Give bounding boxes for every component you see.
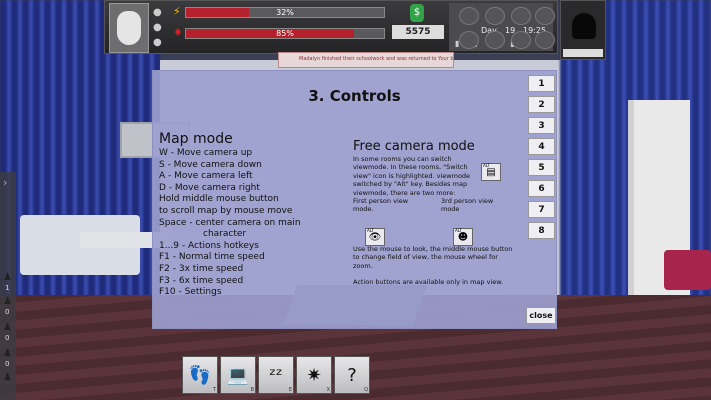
hud-button-4[interactable]: [535, 7, 555, 25]
map-mode-section: Map mode W - Move camera up S - Move cam…: [159, 131, 354, 299]
pink-chair: [664, 250, 711, 290]
control-line: D - Move camera right: [159, 182, 260, 193]
hotkey-label: X: [326, 387, 330, 393]
alt-key-label: ALT: [483, 163, 490, 168]
npc-name-tag: [563, 49, 603, 57]
sidebar-count-4: 0: [5, 360, 10, 368]
control-line: to scroll map by mouse move: [159, 205, 293, 216]
control-line: character: [203, 229, 247, 240]
tab-page-2[interactable]: 2: [528, 96, 555, 113]
hotkey-label: T: [212, 387, 216, 393]
alt-key-label: ALT: [455, 228, 462, 233]
hotkey-label: B: [250, 387, 254, 393]
mood-icon: ●: [153, 7, 162, 18]
person-icon: ♟: [3, 322, 12, 333]
left-sidebar: › ♟ 1 ♟ 0 ♟ 0 ♟ 0 ♟: [0, 172, 16, 400]
tab-page-1[interactable]: 1: [528, 75, 555, 92]
health-bar: 85%: [185, 28, 385, 39]
expand-arrow-icon[interactable]: ›: [3, 176, 7, 189]
switch-view-icon: ALT ▤: [481, 163, 501, 181]
hygiene-icon: ●: [153, 37, 162, 48]
sleep-action-button[interactable]: ᶻᶻ E: [258, 356, 294, 394]
hud-button-7[interactable]: [511, 31, 531, 49]
free-camera-heading: Free camera mode: [353, 139, 475, 154]
tab-page-7[interactable]: 7: [528, 201, 555, 218]
burst-icon: ✷: [306, 364, 322, 386]
free-camera-mouse-help: Use the mouse to look, the middle mouse …: [353, 245, 513, 270]
event-notice[interactable]: Madalyn finished their schoolwork and wa…: [278, 52, 454, 68]
control-line: A - Move camera left: [159, 171, 253, 182]
tab-page-6[interactable]: 6: [528, 180, 555, 197]
hotkey-label: E: [288, 387, 292, 393]
walk-action-button[interactable]: 👣 T: [182, 356, 218, 394]
special-action-button[interactable]: ✷ X: [296, 356, 332, 394]
health-bar-label: 85%: [276, 29, 294, 38]
control-line: F10 - Settings: [159, 287, 222, 298]
hud-button-3[interactable]: [511, 7, 531, 25]
alt-key-label: ALT: [367, 228, 374, 233]
control-line: 1...9 - Actions hotkeys: [159, 240, 259, 251]
tab-page-8[interactable]: 8: [528, 222, 555, 239]
first-person-label: First person view mode.: [353, 197, 409, 214]
free-camera-section: Free camera mode In some rooms you can s…: [353, 139, 513, 287]
money-bag-icon: $: [410, 4, 424, 22]
map-mode-heading: Map mode: [159, 131, 233, 147]
third-person-label: 3rd person view mode: [441, 197, 494, 214]
npc-avatar[interactable]: [560, 0, 606, 60]
free-camera-note: Action buttons are available only in map…: [353, 278, 504, 287]
free-camera-intro: In some rooms you can switch viewmode. I…: [353, 155, 471, 197]
health-icon: ♦: [173, 26, 183, 39]
third-person-camera-icon: ALT ☻: [453, 228, 473, 246]
stat-icons: ● ● ●: [153, 5, 167, 50]
money-counter: 5575: [392, 25, 444, 39]
laptop-action-button[interactable]: 💻 B: [220, 356, 256, 394]
hud-button-5[interactable]: [459, 31, 479, 49]
top-hud: ● ● ● ⚡ 32% ♦ 85% $ 5575 Day 19 19:25 ▮▮…: [104, 0, 558, 54]
sidebar-count-1: 1: [5, 284, 10, 292]
hud-button-1[interactable]: [459, 7, 479, 25]
dialog-title: 3. Controls: [308, 87, 401, 105]
view-modes: First person view mode. 3rd person view …: [353, 197, 513, 219]
control-line: F1 - Normal time speed: [159, 252, 265, 263]
silhouette-icon: [572, 13, 596, 39]
tab-page-5[interactable]: 5: [528, 159, 555, 176]
hotkey-label: Q: [364, 387, 368, 393]
control-line: W - Move camera up: [159, 148, 253, 158]
hud-button-6[interactable]: [485, 31, 505, 49]
energy-icon: ⚡: [173, 5, 181, 18]
sidebar-count-3: 0: [5, 334, 10, 342]
laptop-icon: 💻: [226, 364, 250, 386]
control-line: F2 - 3x time speed: [159, 263, 244, 274]
control-line: S - Move camera down: [159, 159, 262, 170]
controls-dialog: 3. Controls Map mode W - Move camera up …: [152, 70, 557, 329]
control-line: F3 - 6x time speed: [159, 275, 244, 286]
first-person-eye-icon: ALT 👁: [365, 228, 385, 246]
person-icon: ♟: [3, 348, 12, 359]
character-face-icon: [117, 11, 141, 45]
tab-page-3[interactable]: 3: [528, 117, 555, 134]
control-line: Hold middle mouse button: [159, 194, 279, 205]
energy-bar: 32%: [185, 7, 385, 18]
action-bar: 👣 T 💻 B ᶻᶻ E ✷ X ? Q: [182, 356, 370, 394]
close-button[interactable]: close: [526, 307, 556, 324]
footsteps-icon: 👣: [188, 364, 212, 386]
hunger-icon: ●: [153, 22, 162, 33]
question-icon: ?: [347, 364, 357, 386]
character-portrait[interactable]: [109, 3, 149, 53]
sidebar-count-2: 0: [5, 308, 10, 316]
energy-bar-label: 32%: [276, 8, 294, 17]
person-icon: ♟: [3, 272, 12, 283]
help-action-button[interactable]: ? Q: [334, 356, 370, 394]
hud-button-8[interactable]: [535, 31, 555, 49]
control-line: Space - center camera on main: [159, 217, 301, 228]
sleep-icon: ᶻᶻ: [269, 364, 283, 386]
tab-page-4[interactable]: 4: [528, 138, 555, 155]
hud-button-2[interactable]: [485, 7, 505, 25]
person-icon: ♟: [3, 296, 12, 307]
person-icon: ♟: [3, 372, 12, 383]
